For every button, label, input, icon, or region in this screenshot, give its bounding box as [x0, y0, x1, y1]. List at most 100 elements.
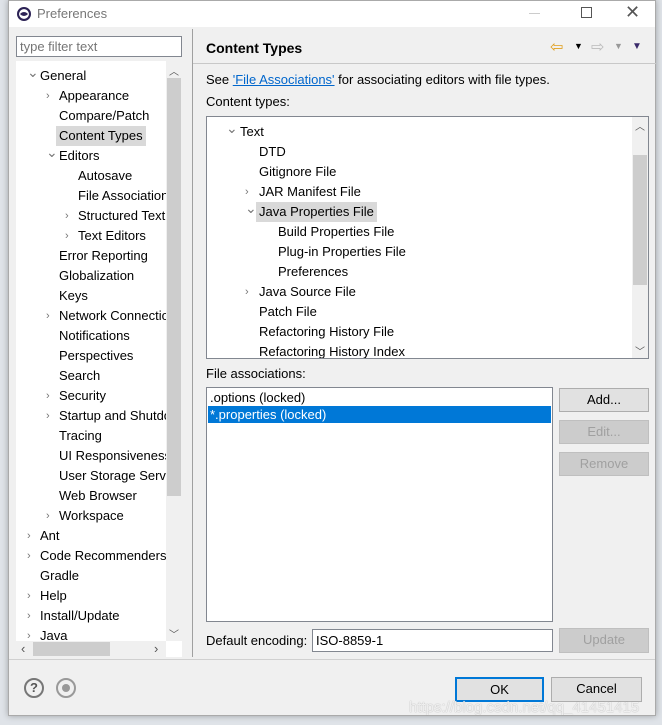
tree-item-label: Search [59, 368, 101, 383]
update-button[interactable]: Update [559, 628, 649, 653]
tree-item[interactable]: › Code Recommenders [16, 546, 182, 566]
tree-item[interactable]: Globalization [16, 266, 182, 286]
chevron-right-icon[interactable]: › [65, 226, 69, 246]
tree-horizontal-scrollbar[interactable]: ‹ › [16, 641, 166, 657]
tree-item[interactable]: › Network Connections [16, 306, 182, 326]
chevron-down-icon[interactable]: ⌄ [46, 142, 58, 162]
tree-item[interactable]: Web Browser [16, 486, 182, 506]
scroll-up-icon[interactable]: ︿ [169, 63, 179, 78]
window-title: Preferences [37, 6, 108, 21]
watermark: https://blog.csdn.net/qq_41451415 [409, 699, 640, 716]
default-encoding-input[interactable] [312, 629, 553, 652]
tree-item[interactable]: › Java Source File [207, 282, 648, 302]
tree-item-label: Gradle [40, 568, 80, 583]
chevron-right-icon[interactable]: › [46, 406, 50, 426]
forward-menu-icon[interactable]: ▼ [614, 41, 623, 51]
splitter[interactable] [192, 29, 193, 657]
tree-item[interactable]: Compare/Patch [16, 106, 182, 126]
tree-item[interactable]: Gradle [16, 566, 182, 586]
tree-item-label: Code Recommenders [40, 548, 167, 563]
hscroll-thumb[interactable] [33, 642, 110, 656]
chevron-right-icon[interactable]: › [46, 386, 50, 406]
tree-item[interactable]: Build Properties File [207, 222, 648, 242]
tree-item[interactable]: › Help [16, 586, 182, 606]
tree-item[interactable]: › Ant [16, 526, 182, 546]
tree-item[interactable]: › Install/Update [16, 606, 182, 626]
tree-item[interactable]: Error Reporting [16, 246, 182, 266]
tree-item[interactable]: Patch File [207, 302, 648, 322]
content-types-scrollbar[interactable]: ︿ ﹀ [632, 117, 648, 358]
forward-icon[interactable]: ⇨ [591, 37, 604, 57]
chevron-right-icon[interactable]: › [27, 606, 31, 626]
tree-item[interactable]: › Security [16, 386, 182, 406]
scroll-left-icon[interactable]: ‹ [21, 641, 25, 656]
back-icon[interactable]: ⇦ [550, 37, 563, 57]
tree-item[interactable]: › Text Editors [16, 226, 182, 246]
scroll-right-icon[interactable]: › [154, 641, 158, 656]
edit-button[interactable]: Edit... [559, 420, 649, 444]
tree-item[interactable]: Refactoring History File [207, 322, 648, 342]
chevron-right-icon[interactable]: › [46, 86, 50, 106]
tree-item[interactable]: ⌄ Editors [16, 144, 182, 166]
file-association-item[interactable]: *.properties (locked) [208, 406, 551, 423]
tree-item[interactable]: › Structured Text [16, 206, 182, 226]
chevron-right-icon[interactable]: › [65, 206, 69, 226]
tree-item[interactable]: Autosave [16, 166, 182, 186]
page-title: Content Types [206, 40, 303, 56]
remove-button[interactable]: Remove [559, 452, 649, 476]
tree-item-label: Autosave [78, 168, 133, 183]
tree-item[interactable]: UI Responsiveness [16, 446, 182, 466]
chevron-right-icon[interactable]: › [27, 586, 31, 606]
scroll-thumb[interactable] [633, 155, 647, 285]
tree-item[interactable]: ⌄ Text [207, 120, 648, 142]
tree-item-label: Preferences [278, 264, 349, 279]
view-menu-icon[interactable]: ▼ [632, 41, 642, 52]
tree-item[interactable]: ⌄ General [16, 64, 182, 86]
tree-item[interactable]: DTD [207, 142, 648, 162]
tree-item[interactable]: Keys [16, 286, 182, 306]
close-button[interactable]: ✕ [625, 2, 640, 23]
tree-item[interactable]: File Associations [16, 186, 182, 206]
help-icon[interactable]: ? [24, 678, 44, 698]
tree-item[interactable]: Content Types [16, 126, 182, 146]
maximize-button[interactable] [581, 7, 592, 18]
tree-item[interactable]: Gitignore File [207, 162, 648, 182]
tree-item-label: Compare/Patch [59, 108, 150, 123]
tree-item[interactable]: › JAR Manifest File [207, 182, 648, 202]
chevron-right-icon[interactable]: › [46, 306, 50, 326]
tree-item[interactable]: Search [16, 366, 182, 386]
tree-item[interactable]: Notifications [16, 326, 182, 346]
chevron-right-icon[interactable]: › [27, 526, 31, 546]
tree-item[interactable]: › Appearance [16, 86, 182, 106]
tree-item-label: Network Connections [59, 308, 182, 323]
chevron-right-icon[interactable]: › [46, 506, 50, 526]
tree-item[interactable]: Plug-in Properties File [207, 242, 648, 262]
tree-item-label: Help [40, 588, 67, 603]
tree-item[interactable]: ⌄ Java Properties File [207, 200, 648, 222]
tree-item[interactable]: User Storage Service [16, 466, 182, 486]
scroll-down-icon[interactable]: ﹀ [169, 626, 179, 641]
minimize-button[interactable] [529, 13, 540, 14]
tree-item[interactable]: Tracing [16, 426, 182, 446]
scroll-thumb[interactable] [167, 78, 181, 496]
file-associations-link[interactable]: 'File Associations' [233, 72, 335, 87]
tree-item-label: Security [59, 388, 106, 403]
tree-item[interactable]: › Workspace [16, 506, 182, 526]
back-menu-icon[interactable]: ▼ [574, 41, 583, 51]
chevron-down-icon[interactable]: ⌄ [226, 118, 238, 138]
tree-item-label: Java Properties File [256, 202, 377, 222]
file-association-item[interactable]: .options (locked) [208, 389, 551, 406]
tree-item[interactable]: › Startup and Shutdown [16, 406, 182, 426]
tree-item[interactable]: Preferences [207, 262, 648, 282]
tree-item[interactable]: Perspectives [16, 346, 182, 366]
chevron-down-icon[interactable]: ⌄ [245, 198, 257, 218]
chevron-right-icon[interactable]: › [245, 282, 249, 302]
tree-item[interactable]: Refactoring History Index [207, 342, 648, 358]
tree-item-label: File Associations [78, 188, 175, 203]
tree-vertical-scrollbar[interactable]: ︿ ﹀ [166, 61, 182, 641]
record-icon[interactable] [56, 678, 76, 698]
filter-input[interactable] [16, 36, 182, 57]
chevron-right-icon[interactable]: › [27, 546, 31, 566]
add-button[interactable]: Add... [559, 388, 649, 412]
chevron-down-icon[interactable]: ⌄ [27, 62, 39, 82]
